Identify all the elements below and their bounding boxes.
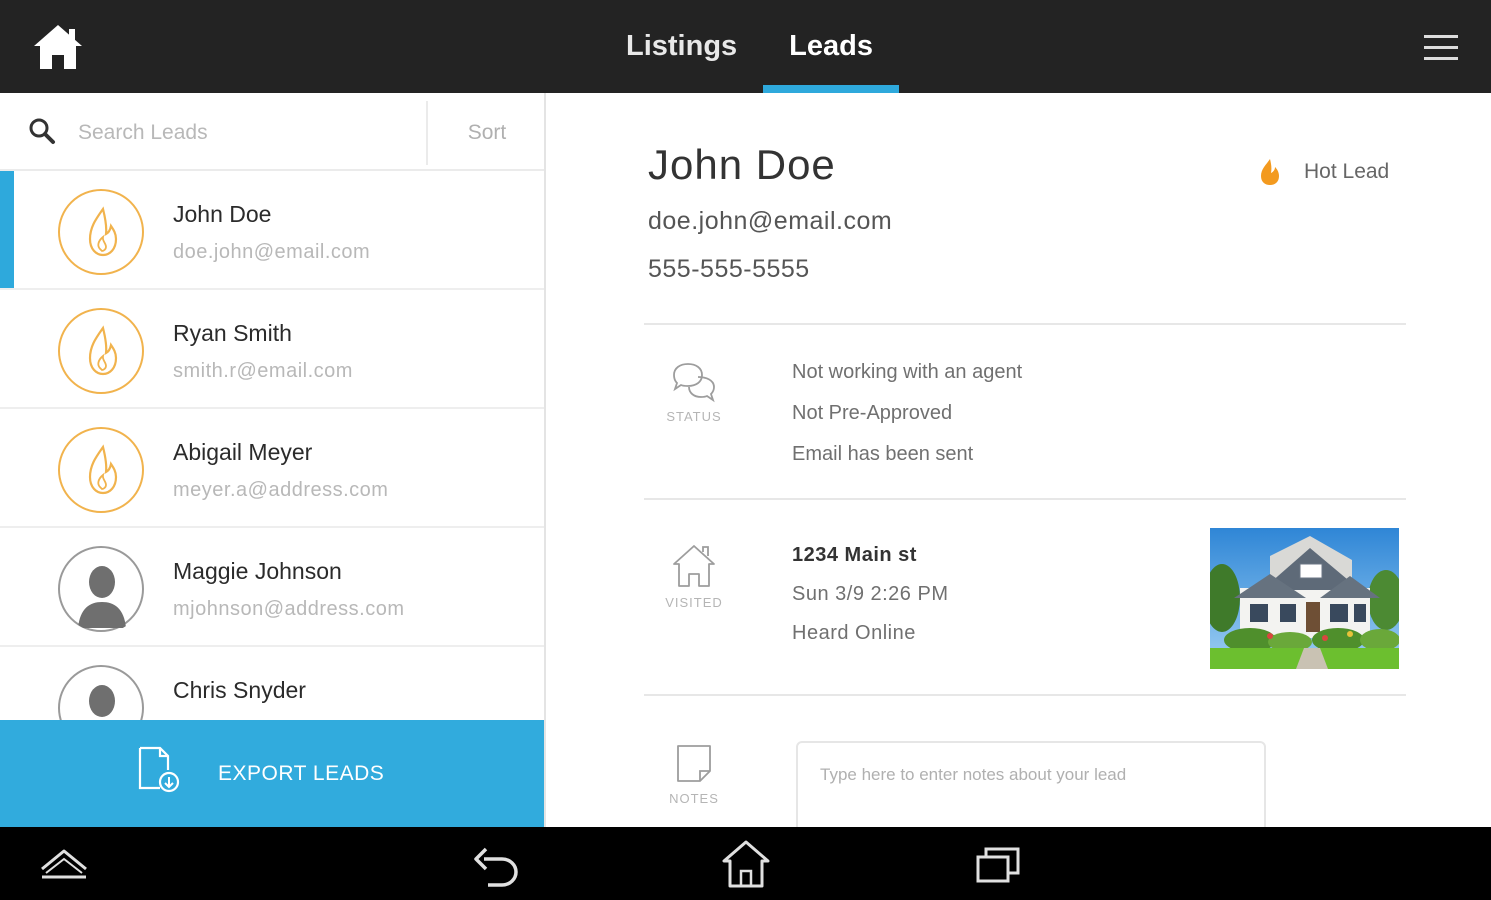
tab-listings[interactable]: Listings [600,0,763,93]
divider [644,498,1406,500]
tab-leads[interactable]: Leads [763,0,899,93]
search-icon [28,117,58,147]
visited-section-icon: VISITED [664,543,724,610]
note-icon [677,745,711,782]
lead-name: Maggie Johnson [173,558,342,584]
chat-bubbles-icon [673,363,715,403]
export-leads-button[interactable]: EXPORT LEADS [0,720,544,827]
search-bar: Sort [0,93,544,171]
home-outline-icon[interactable] [718,839,774,889]
lead-detail-email[interactable]: doe.john@email.com [648,207,892,236]
system-nav-bar [0,827,1491,900]
lead-email: meyer.a@address.com [173,479,389,501]
lead-email: mjohnson@address.com [173,598,405,620]
flame-icon [58,189,144,275]
list-item[interactable]: Ryan Smith smith.r@email.com [0,290,544,409]
leads-panel: Sort John Doe doe.john@email.com [0,93,546,827]
flame-icon [1258,157,1282,187]
hot-lead-badge: Hot Lead [1258,155,1389,189]
hot-lead-label: Hot Lead [1304,160,1390,183]
list-item[interactable]: Maggie Johnson mjohnson@address.com [0,528,544,647]
notes-field[interactable] [796,741,1266,827]
status-line: Not working with an agent [792,361,1023,383]
status-section-icon: STATUS [664,361,724,424]
divider [644,323,1406,325]
visited-caption: VISITED [665,595,723,610]
person-icon [58,546,144,632]
lead-name: Ryan Smith [173,320,292,346]
divider [644,694,1406,696]
lead-name: Chris Snyder [173,677,306,703]
notes-section-icon: NOTES [664,741,724,806]
flame-icon [58,427,144,513]
back-icon[interactable] [468,839,524,889]
lead-detail-name: John Doe [648,141,836,188]
recent-apps-icon[interactable] [970,839,1026,889]
top-app-bar: Listings Leads [0,0,1491,93]
lead-email: smith.r@email.com [173,360,353,382]
house-outline-icon [673,545,715,587]
visit-source: Heard Online [792,622,916,644]
sort-button[interactable]: Sort [426,101,544,165]
lead-list: John Doe doe.john@email.com Ryan Smith s… [0,171,544,766]
visit-datetime: Sun 3/9 2:26 PM [792,583,949,605]
export-leads-label: EXPORT LEADS [218,762,385,785]
lead-email: doe.john@email.com [173,241,371,263]
list-item[interactable]: Abigail Meyer meyer.a@address.com [0,409,544,528]
lead-detail-phone[interactable]: 555-555-5555 [648,255,810,284]
status-lines: Not working with an agent Not Pre-Approv… [792,359,1022,482]
status-line: Email has been sent [792,443,974,465]
app-root: Listings Leads Sort [0,0,1491,900]
notes-caption: NOTES [669,791,719,806]
search-input[interactable] [78,113,408,153]
lead-name: Abigail Meyer [173,439,313,465]
hamburger-menu-icon[interactable] [1420,30,1464,66]
flame-icon [58,308,144,394]
visit-address[interactable]: 1234 Main st [792,542,948,581]
export-file-icon [134,744,182,794]
status-line: Not Pre-Approved [792,402,953,424]
home-icon[interactable] [30,22,86,72]
list-item[interactable]: John Doe doe.john@email.com [0,171,544,290]
lead-name: John Doe [173,201,272,227]
nav-tabs: Listings Leads [600,0,899,93]
house-photo[interactable] [1210,528,1399,669]
visit-details: 1234 Main st Sun 3/9 2:26 PM Heard Onlin… [792,542,948,659]
lead-detail-panel: John Doe doe.john@email.com 555-555-5555… [548,93,1491,827]
status-caption: STATUS [666,409,722,424]
up-chevron-icon[interactable] [36,839,92,889]
